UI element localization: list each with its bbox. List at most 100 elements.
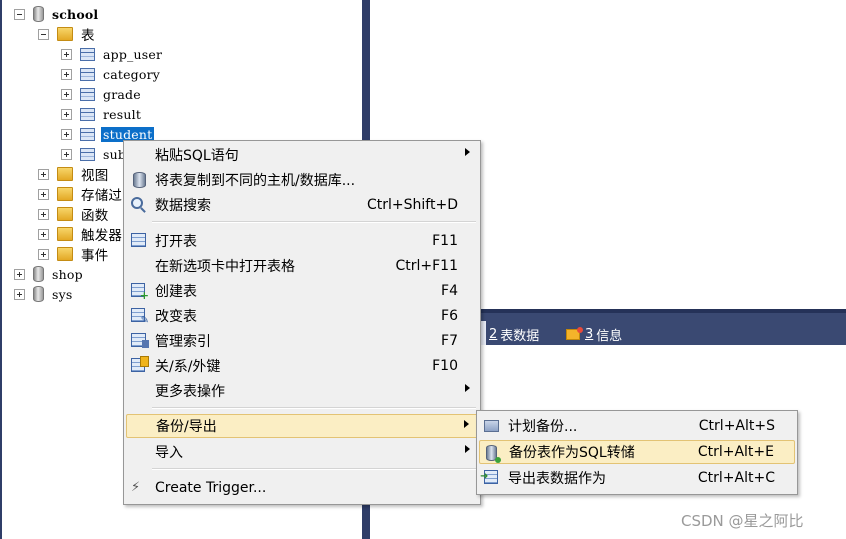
sql-dump-icon: [486, 445, 501, 463]
menu-item-label: 粘贴SQL语句: [155, 148, 239, 164]
tree-node-folder[interactable]: 触发器: [38, 225, 122, 244]
menu-item-label: 将表复制到不同的主机/数据库...: [155, 173, 356, 189]
tree-node-table[interactable]: sub: [61, 145, 126, 163]
tab-info[interactable]: 3 信息: [566, 325, 622, 344]
tree-node-label: 存储过: [81, 188, 123, 204]
copy-database-icon: [133, 172, 146, 188]
tree-node-folder[interactable]: 视图: [38, 165, 108, 184]
tree-node-table[interactable]: app_user: [61, 45, 162, 63]
search-icon: [131, 197, 143, 209]
menu-separator: [152, 221, 476, 223]
tree-node-school[interactable]: school: [14, 5, 98, 23]
table-context-menu: 粘贴SQL语句 将表复制到不同的主机/数据库... 数据搜索 Ctrl+Shif…: [123, 140, 481, 505]
tree-node-folder[interactable]: 事件: [38, 245, 109, 264]
tree-node-label: category: [103, 66, 161, 82]
database-icon: [33, 6, 44, 22]
tree-node-table[interactable]: grade: [61, 85, 141, 103]
expand-toggle-icon[interactable]: [61, 128, 72, 140]
menu-item-label: 在新选项卡中打开表格: [155, 259, 295, 275]
menu-item-backup-export[interactable]: 备份/导出: [126, 414, 478, 438]
tree-node-folder[interactable]: 存储过: [38, 185, 123, 204]
export-table-icon: [480, 470, 498, 484]
menu-item-relations-foreign-keys[interactable]: 关/系/外键 F10: [126, 354, 478, 378]
watermark-text: CSDN @星之阿比: [681, 512, 804, 530]
backup-export-submenu: 计划备份... Ctrl+Alt+S 备份表作为SQL转储 Ctrl+Alt+E…: [476, 410, 798, 495]
menu-shortcut: Ctrl+F11: [395, 258, 458, 274]
expand-toggle-icon[interactable]: [61, 48, 72, 60]
trigger-icon: ⚡: [131, 480, 141, 495]
table-icon: [131, 233, 146, 247]
menu-shortcut: Ctrl+Alt+S: [698, 418, 775, 434]
expand-toggle-icon[interactable]: [14, 268, 25, 280]
expand-toggle-icon[interactable]: [61, 148, 72, 160]
folder-icon: [57, 27, 73, 41]
table-icon: [80, 87, 95, 101]
database-icon: [33, 286, 44, 302]
expand-toggle-icon[interactable]: [61, 88, 72, 100]
submenu-arrow-icon: [464, 420, 469, 428]
expand-toggle-icon[interactable]: [61, 68, 72, 80]
menu-item-label: 备份/导出: [156, 419, 217, 435]
tree-node-label: 事件: [81, 248, 109, 264]
menu-item-create-trigger[interactable]: ⚡ Create Trigger...: [126, 476, 478, 500]
menu-shortcut: F11: [432, 233, 458, 249]
expand-toggle-icon[interactable]: [38, 248, 49, 260]
result-tab-bar: 2 表数据 3 信息: [480, 309, 846, 345]
submenu-item-backup-sql-dump[interactable]: 备份表作为SQL转储 Ctrl+Alt+E: [479, 440, 795, 464]
menu-item-label: 数据搜索: [155, 198, 211, 214]
menu-item-import[interactable]: 导入: [126, 440, 478, 464]
expand-toggle-icon[interactable]: [14, 288, 25, 300]
tab-label: 信息: [596, 329, 623, 344]
menu-item-paste-sql[interactable]: 粘贴SQL语句: [126, 143, 478, 167]
collapse-toggle-icon[interactable]: [14, 8, 25, 20]
menu-item-manage-indexes[interactable]: 管理索引 F7: [126, 329, 478, 353]
tab-number: 2: [489, 327, 498, 342]
tree-node-table[interactable]: category: [61, 65, 160, 83]
tree-node-folder[interactable]: 函数: [38, 205, 108, 224]
menu-item-open-table[interactable]: 打开表 F11: [126, 229, 478, 253]
menu-shortcut: F10: [432, 358, 458, 374]
tab-number: 3: [585, 327, 594, 342]
expand-toggle-icon[interactable]: [38, 208, 49, 220]
menu-item-create-table[interactable]: 创建表 F4: [126, 279, 478, 303]
menu-item-label: 计划备份...: [508, 419, 578, 435]
tree-node-database[interactable]: sys: [14, 285, 73, 303]
menu-item-label: 创建表: [155, 284, 197, 300]
submenu-item-export-table-data[interactable]: 导出表数据作为 Ctrl+Alt+C: [479, 466, 795, 490]
submenu-item-schedule-backup[interactable]: 计划备份... Ctrl+Alt+S: [479, 414, 795, 438]
tree-node-label: 表: [81, 28, 95, 44]
submenu-arrow-icon: [465, 148, 470, 156]
expand-toggle-icon[interactable]: [38, 188, 49, 200]
tree-node-database[interactable]: shop: [14, 265, 83, 283]
menu-item-more-table-operations[interactable]: 更多表操作: [126, 379, 478, 403]
tree-node-label: grade: [103, 86, 141, 102]
tree-node-label: sys: [52, 286, 73, 302]
menu-item-copy-table[interactable]: 将表复制到不同的主机/数据库...: [126, 168, 478, 192]
tree-node-label: app_user: [103, 46, 163, 62]
menu-item-label: 改变表: [155, 309, 197, 325]
collapse-toggle-icon[interactable]: [38, 28, 49, 40]
menu-item-label: 更多表操作: [155, 384, 225, 400]
table-icon: [80, 147, 95, 161]
folder-icon: [57, 207, 73, 221]
menu-item-label: 关/系/外键: [155, 359, 221, 375]
menu-item-alter-table[interactable]: 改变表 F6: [126, 304, 478, 328]
menu-shortcut: Ctrl+Alt+E: [697, 444, 774, 460]
tree-node-tables-folder[interactable]: 表: [38, 25, 95, 44]
expand-toggle-icon[interactable]: [61, 108, 72, 120]
menu-item-open-in-new-tab[interactable]: 在新选项卡中打开表格 Ctrl+F11: [126, 254, 478, 278]
menu-shortcut: F4: [441, 283, 458, 299]
tab-label: 表数据: [500, 329, 540, 344]
menu-separator: [152, 468, 476, 470]
tree-node-table[interactable]: result: [61, 105, 141, 123]
tree-node-label: result: [103, 106, 142, 122]
menu-shortcut: F6: [441, 308, 458, 324]
folder-icon: [57, 247, 73, 261]
alter-table-icon: [131, 308, 149, 326]
tab-table-data[interactable]: 2 表数据: [489, 325, 539, 344]
menu-item-label: 管理索引: [155, 334, 211, 350]
submenu-arrow-icon: [465, 384, 470, 392]
expand-toggle-icon[interactable]: [38, 228, 49, 240]
menu-item-data-search[interactable]: 数据搜索 Ctrl+Shift+D: [126, 193, 478, 217]
expand-toggle-icon[interactable]: [38, 168, 49, 180]
